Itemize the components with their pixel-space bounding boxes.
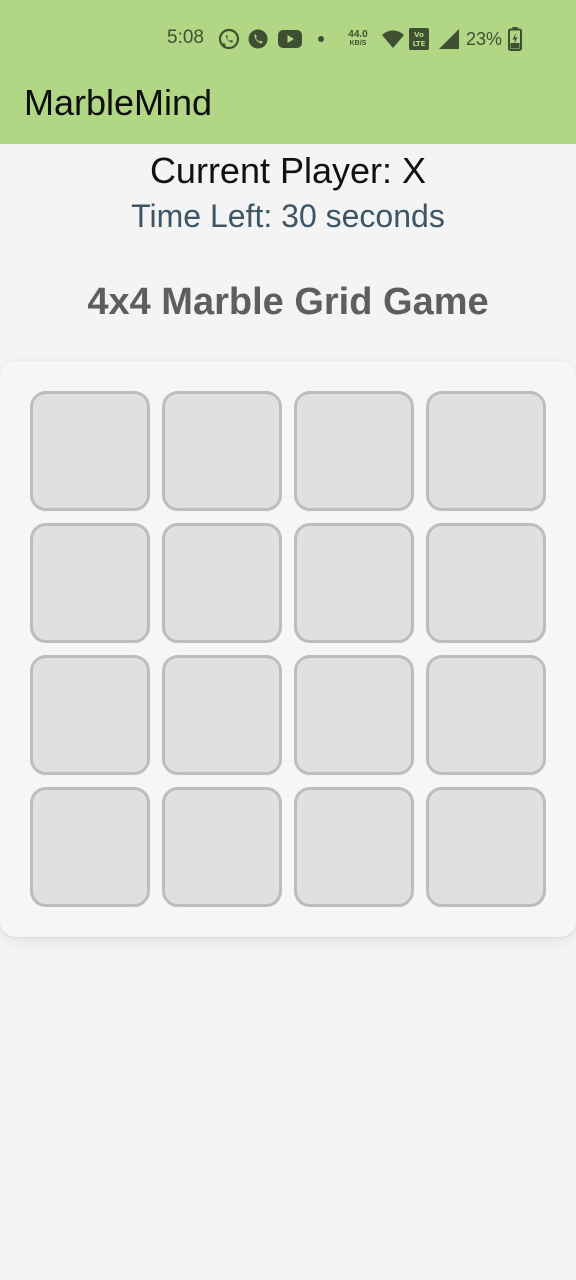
grid-cell-r1c3[interactable]	[294, 391, 414, 511]
net-speed: 44.0 KB/S	[336, 30, 380, 48]
grid-cell-r3c2[interactable]	[162, 655, 282, 775]
grid-cell-r1c2[interactable]	[162, 391, 282, 511]
volte-icon: Vo LTE	[406, 28, 432, 50]
grid-cell-r3c3[interactable]	[294, 655, 414, 775]
grid-cell-r3c1[interactable]	[30, 655, 150, 775]
time-left-label: Time Left: 30 seconds	[131, 198, 445, 234]
grid-cell-r4c4[interactable]	[426, 787, 546, 907]
svg-text:LTE: LTE	[413, 40, 426, 48]
status-time: 5:08	[167, 27, 204, 48]
grid-cell-r3c4[interactable]	[426, 655, 546, 775]
signal-icon	[432, 28, 466, 50]
status-bar: 5:08 44.0 KB/S Vo LTE 23%	[0, 0, 576, 78]
net-speed-unit: KB/S	[349, 40, 367, 47]
app-title: MarbleMind	[24, 82, 213, 123]
marble-grid	[30, 391, 546, 907]
battery-percent: 23%	[466, 28, 503, 49]
net-speed-value: 44.0	[348, 29, 368, 40]
grid-cell-r2c4[interactable]	[426, 523, 546, 643]
grid-cell-r1c4[interactable]	[426, 391, 546, 511]
whatsapp-icon	[216, 28, 242, 50]
app-header: 5:08 44.0 KB/S Vo LTE 23% MarbleMind	[0, 0, 576, 144]
grid-cell-r4c1[interactable]	[30, 787, 150, 907]
status-icons: 44.0 KB/S Vo LTE 23%	[216, 26, 525, 52]
grid-cell-r4c3[interactable]	[294, 787, 414, 907]
viber-icon	[242, 28, 274, 50]
grid-cell-r1c1[interactable]	[30, 391, 150, 511]
game-heading: 4x4 Marble Grid Game	[87, 281, 489, 323]
grid-cell-r2c3[interactable]	[294, 523, 414, 643]
grid-cell-r2c1[interactable]	[30, 523, 150, 643]
battery-charging-icon	[505, 27, 525, 51]
grid-cell-r4c2[interactable]	[162, 787, 282, 907]
grid-cell-r2c2[interactable]	[162, 523, 282, 643]
youtube-icon	[274, 30, 306, 48]
dot-icon	[306, 35, 336, 43]
wifi-icon	[380, 29, 406, 49]
svg-text:Vo: Vo	[414, 31, 424, 39]
current-player-label: Current Player: X	[149, 150, 427, 191]
game-board	[0, 361, 576, 937]
